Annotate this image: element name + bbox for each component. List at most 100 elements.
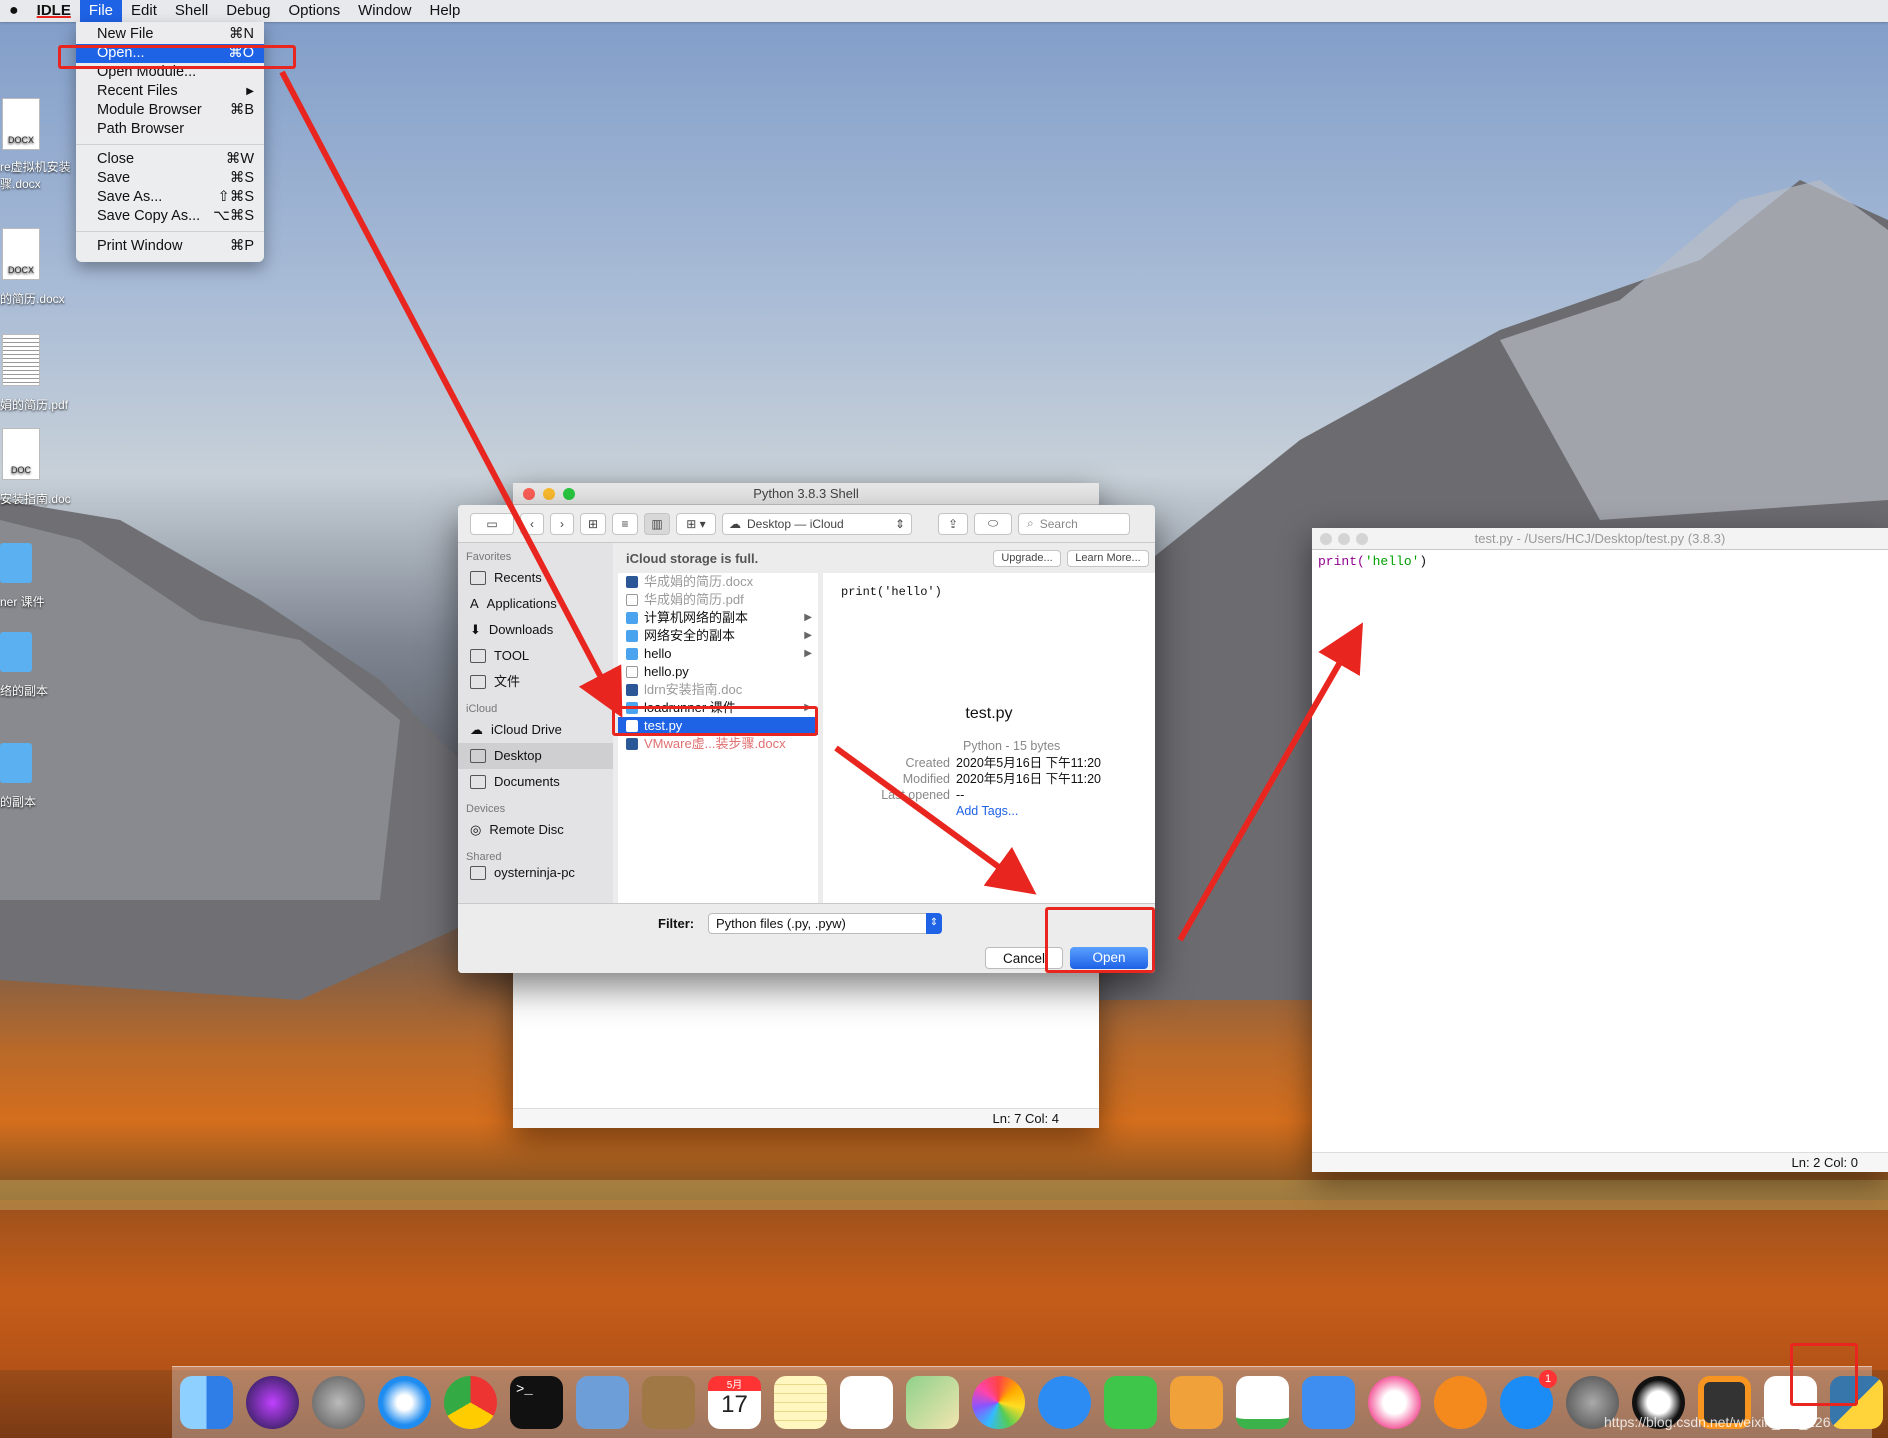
filter-label: Filter: bbox=[658, 916, 695, 931]
menu-item-new-file[interactable]: New File ⌘N bbox=[76, 25, 264, 44]
menu-window[interactable]: Window bbox=[349, 0, 420, 22]
chrome-icon[interactable] bbox=[444, 1376, 497, 1429]
zoom-window-icon[interactable] bbox=[1356, 533, 1368, 545]
safari-icon[interactable] bbox=[378, 1376, 431, 1429]
filter-select[interactable]: Python files (.py, .pyw) ⇕ bbox=[708, 913, 942, 934]
app-store-icon[interactable]: 1 bbox=[1500, 1370, 1557, 1429]
ibooks-icon[interactable] bbox=[1434, 1376, 1487, 1429]
desktop-file-icon[interactable]: DOC 安装指南.doc bbox=[0, 428, 80, 507]
icon-view-button[interactable]: ⊞ bbox=[580, 512, 606, 535]
share-button[interactable]: ⇪ bbox=[938, 512, 968, 535]
calendar-icon[interactable]: 5月 17 bbox=[708, 1376, 761, 1429]
shell-titlebar[interactable]: Python 3.8.3 Shell bbox=[513, 483, 1099, 505]
apple-menu-icon[interactable]: ● bbox=[0, 0, 28, 22]
sidebar-item-recents[interactable]: Recents bbox=[458, 565, 613, 591]
chevron-right-icon: ▶ bbox=[804, 648, 812, 659]
menu-item-save-copy-as[interactable]: Save Copy As... ⌥⌘S bbox=[76, 207, 264, 226]
list-item[interactable]: 华成娟的简历.pdf bbox=[618, 591, 818, 609]
contacts-icon[interactable] bbox=[642, 1376, 695, 1429]
list-item[interactable]: 计算机网络的副本 ▶ bbox=[618, 609, 818, 627]
editor-titlebar[interactable]: test.py - /Users/HCJ/Desktop/test.py (3.… bbox=[1312, 528, 1888, 550]
sidebar-item-wenjian[interactable]: 文件 bbox=[458, 669, 613, 695]
column-view-button[interactable]: ▥ bbox=[644, 512, 670, 535]
photos-icon[interactable] bbox=[972, 1376, 1025, 1429]
zoom-window-icon[interactable] bbox=[563, 488, 575, 500]
created-value: 2020年5月16日 下午11:20 bbox=[956, 756, 1101, 770]
gallery-view-button[interactable]: ⊞ ▾ bbox=[676, 512, 716, 535]
desktop-file-icon[interactable]: 娟的简历.pdf bbox=[0, 334, 80, 413]
close-window-icon[interactable] bbox=[523, 488, 535, 500]
sidebar-item-remote-disc[interactable]: ◎ Remote Disc bbox=[458, 817, 613, 843]
desktop-folder-icon[interactable]: 络的副本 bbox=[0, 632, 80, 699]
menu-debug[interactable]: Debug bbox=[217, 0, 279, 22]
list-view-button[interactable]: ≡ bbox=[612, 512, 638, 535]
menu-item-print-window[interactable]: Print Window ⌘P bbox=[76, 237, 264, 256]
menu-item-close[interactable]: Close ⌘W bbox=[76, 150, 264, 169]
sidebar-item-documents[interactable]: Documents bbox=[458, 769, 613, 795]
location-popup[interactable]: ☁ Desktop — iCloud ⇕ bbox=[722, 512, 912, 535]
desktop-folder-icon[interactable]: 的副本 bbox=[0, 743, 80, 810]
menu-item-path-browser[interactable]: Path Browser bbox=[76, 120, 264, 139]
code-editor[interactable]: print('hello') bbox=[1312, 550, 1888, 1140]
list-item[interactable]: ldrn安装指南.doc bbox=[618, 681, 818, 699]
list-item[interactable]: hello.py bbox=[618, 663, 818, 681]
list-item[interactable]: VMware虚...装步骤.docx bbox=[618, 735, 818, 753]
desktop-folder-icon[interactable]: ner 课件 bbox=[0, 543, 80, 610]
sidebar-item-downloads[interactable]: ⬇ Downloads bbox=[458, 617, 613, 643]
shell-title: Python 3.8.3 Shell bbox=[753, 486, 859, 501]
launchpad-icon[interactable] bbox=[312, 1376, 365, 1429]
keynote-icon[interactable] bbox=[1302, 1376, 1355, 1429]
list-item[interactable]: hello ▶ bbox=[618, 645, 818, 663]
sidebar-item-icloud-drive[interactable]: ☁ iCloud Drive bbox=[458, 717, 613, 743]
close-window-icon[interactable] bbox=[1320, 533, 1332, 545]
menu-file[interactable]: File bbox=[79, 0, 123, 22]
menu-item-module-browser[interactable]: Module Browser ⌘B bbox=[76, 101, 264, 120]
messages-icon[interactable] bbox=[1038, 1376, 1091, 1429]
finder-icon[interactable] bbox=[180, 1376, 233, 1429]
sidebar-item-desktop[interactable]: Desktop bbox=[458, 743, 613, 769]
menu-shell[interactable]: Shell bbox=[166, 0, 217, 22]
menu-item-save-as[interactable]: Save As... ⇧⌘S bbox=[76, 188, 264, 207]
doc-icon: DOC bbox=[2, 428, 40, 480]
menu-options[interactable]: Options bbox=[279, 0, 349, 22]
maps-icon[interactable] bbox=[906, 1376, 959, 1429]
menu-help[interactable]: Help bbox=[421, 0, 470, 22]
minimize-window-icon[interactable] bbox=[543, 488, 555, 500]
sidebar-item-shared-pc[interactable]: oysterninja-pc bbox=[458, 865, 613, 881]
siri-icon[interactable] bbox=[246, 1376, 299, 1429]
desktop-file-label: 的简历.docx bbox=[0, 292, 65, 306]
tag-button[interactable]: ⬭ bbox=[974, 512, 1012, 535]
list-item[interactable]: 网络安全的副本 ▶ bbox=[618, 627, 818, 645]
pages-icon[interactable] bbox=[1170, 1376, 1223, 1429]
desktop-file-icon[interactable]: DOCX re虚拟机安装 骤.docx bbox=[0, 98, 80, 192]
menu-edit[interactable]: Edit bbox=[122, 0, 166, 22]
search-field[interactable]: ⌕ Search bbox=[1018, 512, 1130, 535]
learn-more-button[interactable]: Learn More... bbox=[1067, 549, 1149, 567]
menu-item-recent-files[interactable]: Recent Files ▶ bbox=[76, 82, 264, 101]
editor-title: test.py - /Users/HCJ/Desktop/test.py (3.… bbox=[1474, 531, 1726, 546]
mail-stamp-icon[interactable] bbox=[576, 1376, 629, 1429]
menu-app-idle[interactable]: IDLE bbox=[28, 0, 80, 22]
notes-icon[interactable] bbox=[774, 1376, 827, 1429]
upgrade-button[interactable]: Upgrade... bbox=[993, 549, 1061, 567]
list-item[interactable]: 华成娟的简历.docx bbox=[618, 573, 818, 591]
downloads-icon: ⬇ bbox=[470, 622, 481, 637]
minimize-window-icon[interactable] bbox=[1338, 533, 1350, 545]
forward-button[interactable]: › bbox=[550, 512, 574, 535]
terminal-icon[interactable]: >_ bbox=[510, 1376, 563, 1429]
file-name: VMware虚...装步骤.docx bbox=[644, 736, 786, 751]
add-tags-link[interactable]: Add Tags... bbox=[956, 803, 1018, 819]
sidebar-item-applications[interactable]: A Applications bbox=[458, 591, 613, 617]
open-file-dialog: ▭ ‹ › ⊞ ≡ ▥ ⊞ ▾ ☁ Desktop — iCloud ⇕ ⇪ ⬭ ⌕… bbox=[458, 505, 1155, 973]
dialog-toolbar: ▭ ‹ › ⊞ ≡ ▥ ⊞ ▾ ☁ Desktop — iCloud ⇕ ⇪ ⬭ ⌕… bbox=[458, 505, 1155, 543]
back-button[interactable]: ‹ bbox=[520, 512, 544, 535]
sidebar-toggle-button[interactable]: ▭ bbox=[470, 512, 514, 535]
facetime-icon[interactable] bbox=[1104, 1376, 1157, 1429]
menu-item-save[interactable]: Save ⌘S bbox=[76, 169, 264, 188]
reminders-icon[interactable] bbox=[840, 1376, 893, 1429]
applications-icon: A bbox=[470, 596, 479, 611]
sidebar-item-tool[interactable]: TOOL bbox=[458, 643, 613, 669]
numbers-icon[interactable] bbox=[1236, 1376, 1289, 1429]
itunes-icon[interactable] bbox=[1368, 1376, 1421, 1429]
desktop-file-icon[interactable]: DOCX 的简历.docx bbox=[0, 228, 80, 307]
